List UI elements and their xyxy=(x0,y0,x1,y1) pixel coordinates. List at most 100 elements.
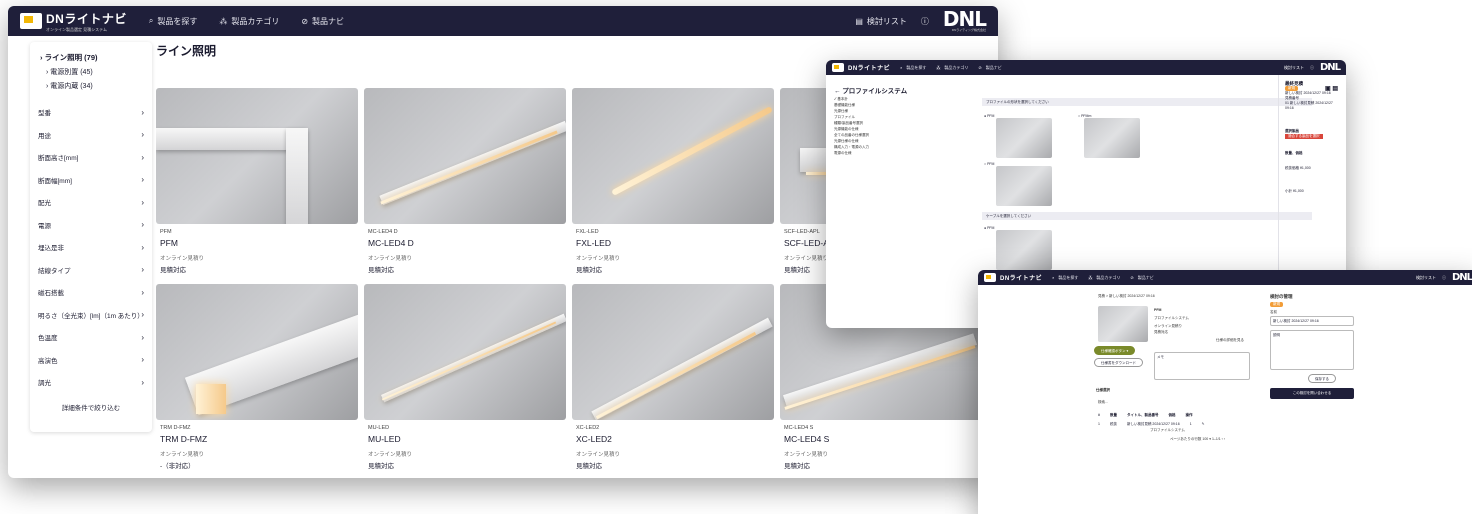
filter-label: 調光 xyxy=(38,380,51,388)
product-image[interactable] xyxy=(364,284,566,420)
product-card[interactable]: TRM D-FMZ TRM D-FMZ オンライン見積り -（非対応） xyxy=(156,284,358,474)
option-pfm[interactable]: ● PFM xyxy=(984,114,994,118)
table-cell: 税抜 xyxy=(1109,422,1117,426)
config-title[interactable]: ← プロファイルシステム xyxy=(834,85,907,95)
product-card[interactable]: MC-LED4 D MC-LED4 D オンライン見積り 見積対応 xyxy=(364,88,566,278)
chevron-right-icon: › xyxy=(141,220,144,230)
category-icon: ⁂ xyxy=(219,16,228,26)
nav-navi-label: 製品ナビ xyxy=(985,64,1002,70)
filter-row[interactable]: 結線タイプ › xyxy=(38,259,144,282)
table-cell: 新しい検討見積 2024/12/27 09:16 xyxy=(1126,422,1180,426)
brand-name: DNL xyxy=(1319,61,1341,73)
nav-navi[interactable]: ⊘ 製品ナビ xyxy=(978,65,1001,71)
name-input[interactable]: 新しい検討 2024/12/27 09:16 xyxy=(1270,316,1354,326)
logo-title: DNライトナビ xyxy=(1000,276,1043,282)
description-input[interactable]: 説明 xyxy=(1270,330,1354,370)
filter-row[interactable]: 電源 › xyxy=(38,214,144,237)
pagination[interactable]: ページあたりの行数 100 ▾ 1–1/1 ‹ › xyxy=(1170,437,1225,442)
memo-field[interactable]: メモ xyxy=(1154,352,1250,380)
nav-search[interactable]: ⌕ 製品を探す xyxy=(900,65,926,71)
product-card[interactable]: PFM PFM オンライン見積り 見積対応 xyxy=(156,88,358,278)
table-row[interactable]: 1 税抜 新しい検討見積 2024/12/27 09:16 1 ✎ xyxy=(1098,422,1278,427)
help-icon[interactable]: ⓘ xyxy=(1442,275,1446,281)
product-card[interactable]: MU-LED MU-LED オンライン見積り 見積対応 xyxy=(364,284,566,474)
inquiry-button[interactable]: この検討を問い合わせる xyxy=(1270,388,1354,399)
save-button[interactable]: 保存する xyxy=(1308,374,1336,383)
filter-row[interactable]: 色温度 › xyxy=(38,326,144,349)
list-search[interactable]: 検索... xyxy=(1098,400,1108,405)
product-name[interactable]: TRM D-FMZ xyxy=(160,434,354,444)
option-cable[interactable]: ● PFM xyxy=(984,226,994,230)
product-image[interactable] xyxy=(156,88,358,224)
quote-logo[interactable]: DNライトナビ xyxy=(984,273,1042,282)
filter-row[interactable]: 断面幅[mm] › xyxy=(38,169,144,192)
product-name[interactable]: MC-LED4 D xyxy=(368,238,562,248)
filter-label: 結線タイプ xyxy=(38,267,71,275)
product-image[interactable] xyxy=(364,88,566,224)
filter-row[interactable]: 用途 › xyxy=(38,124,144,147)
tree-item-root[interactable]: › ライン照明 (79) xyxy=(40,50,144,65)
product-code: PFM xyxy=(160,229,172,235)
wishlist-link[interactable]: ▤ 検討リスト xyxy=(855,16,907,27)
product-tag: オンライン見積り xyxy=(160,452,205,458)
option-image-1[interactable] xyxy=(996,118,1052,158)
product-name[interactable]: PFM xyxy=(160,238,354,248)
nav-navi[interactable]: ⊘ 製品ナビ xyxy=(301,16,344,27)
product-name[interactable]: MC-LED4 S xyxy=(784,434,978,444)
product-name[interactable]: FXL-LED xyxy=(576,238,770,248)
help-icon[interactable]: ⓘ xyxy=(921,16,929,27)
detail-filter-button[interactable]: 詳細条件で絞り込む xyxy=(38,398,144,416)
product-image[interactable] xyxy=(156,284,358,420)
product-tag: オンライン見積り xyxy=(160,256,205,262)
filter-row[interactable]: 断面高さ[mm] › xyxy=(38,146,144,169)
filter-row[interactable]: 埋込是非 › xyxy=(38,236,144,259)
nav-navi[interactable]: ⊘ 製品ナビ xyxy=(1130,275,1153,281)
filter-row[interactable]: 磁石搭載 › xyxy=(38,281,144,304)
product-status: 見積対応 xyxy=(368,463,394,470)
tree-item-builtin[interactable]: › 電源内蔵 (34) xyxy=(40,79,144,93)
brand-logo[interactable]: DNL DNライティング株式会社 xyxy=(943,9,987,32)
nav-category[interactable]: ⁂ 製品カテゴリ xyxy=(219,16,279,27)
breadcrumb[interactable]: 見積 > 新しい検討 2024/12/27 09:16 xyxy=(1098,294,1155,299)
product-card[interactable]: XC-LED2 XC-LED2 オンライン見積り 見積対応 xyxy=(572,284,774,474)
option-pfm-2[interactable]: ○ PFM xyxy=(984,162,994,166)
wishlist-label[interactable]: 検討リスト xyxy=(1284,65,1304,71)
product-name[interactable]: MU-LED xyxy=(368,434,562,444)
spec-button[interactable]: 仕様確認ボタン ▾ xyxy=(1094,346,1136,355)
filter-row[interactable]: 配光 › xyxy=(38,191,144,214)
config-logo[interactable]: DNライトナビ xyxy=(832,63,890,72)
tree-item-separate[interactable]: › 電源別置 (45) xyxy=(40,65,144,79)
wishlist-label[interactable]: 検討リスト xyxy=(1416,275,1436,281)
detail-link[interactable]: 仕様の詳細を見る xyxy=(1216,338,1244,343)
chevron-right-icon: › xyxy=(141,377,144,387)
product-image[interactable] xyxy=(572,284,774,420)
table-header-cell: # xyxy=(1098,413,1100,417)
table-header: # 数量 タイトル、製品番号 価格 操作 xyxy=(1098,413,1278,418)
filter-row[interactable]: 調光 › xyxy=(38,371,144,394)
filter-label: 電源 xyxy=(38,222,51,230)
top-nav: DNライトナビ オンライン製品選定 見積システム ⌕ 製品を探す ⁂ 製品カテゴリ … xyxy=(8,6,998,36)
filter-row[interactable]: 明るさ（全光束）[lm]（1m あたり） › xyxy=(38,304,144,327)
nav-search[interactable]: ⌕ 製品を探す xyxy=(1052,275,1078,281)
table-header-cell: 価格 xyxy=(1168,413,1176,417)
option-image-4[interactable] xyxy=(996,230,1052,270)
nav-category[interactable]: ⁂ 製品カテゴリ xyxy=(936,65,968,71)
product-name[interactable]: XC-LED2 xyxy=(576,434,770,444)
config-step[interactable]: 電源の仕様 xyxy=(834,150,974,156)
filter-row[interactable]: 高演色 › xyxy=(38,349,144,372)
logo[interactable]: DNライトナビ オンライン製品選定 見積システム xyxy=(20,10,127,33)
product-card[interactable]: FXL-LED FXL-LED オンライン見積り 見積対応 xyxy=(572,88,774,278)
help-icon[interactable]: ⓘ xyxy=(1310,65,1314,71)
filter-row[interactable]: 型番 › xyxy=(38,101,144,124)
nav-category[interactable]: ⁂ 製品カテゴリ xyxy=(1088,275,1120,281)
product-code: MC-LED4 S xyxy=(784,425,814,431)
product-image[interactable] xyxy=(572,88,774,224)
option-image-2[interactable] xyxy=(1084,118,1140,158)
alert-badge[interactable]: 適合する製品を選択 xyxy=(1285,134,1323,139)
table-row-sub: プロファイルシステム xyxy=(1150,428,1185,432)
chevron-right-icon: › xyxy=(141,355,144,365)
chevron-right-icon: › xyxy=(141,152,144,162)
download-button[interactable]: 仕様書をダウンロード xyxy=(1094,358,1143,367)
option-image-3[interactable] xyxy=(996,166,1052,206)
nav-search[interactable]: ⌕ 製品を探す xyxy=(149,16,197,27)
